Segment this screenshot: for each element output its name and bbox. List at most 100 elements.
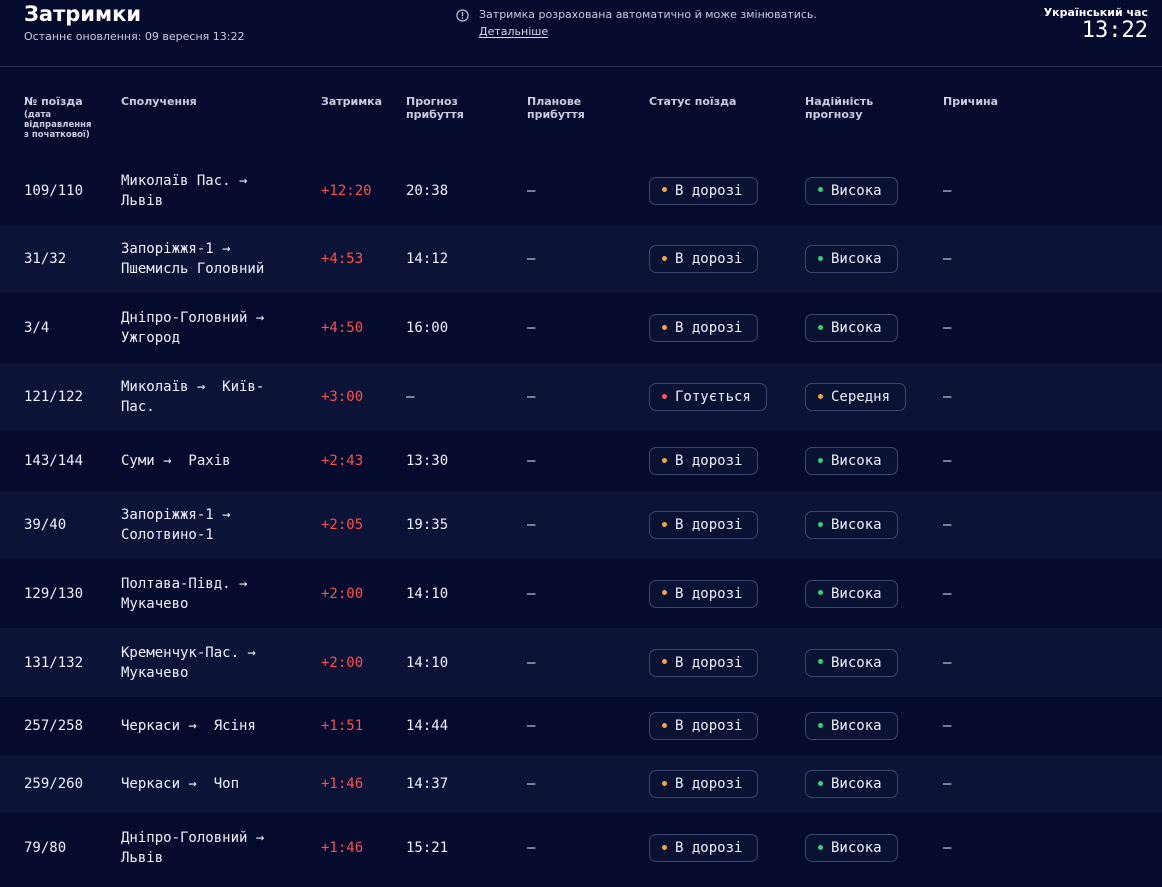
reliability-dot-icon	[818, 590, 823, 595]
status-label: В дорозі	[675, 654, 743, 671]
table-row[interactable]: 259/260 Черкаси → Чоп +1:46 14:37 — В до…	[0, 755, 1162, 813]
column-forecast: Прогноз прибуття	[406, 95, 464, 121]
reliability-dot-icon	[818, 521, 823, 527]
reliability-label: Висока	[831, 320, 882, 336]
reliability-label: Висока	[831, 251, 882, 267]
reason: —	[943, 718, 952, 734]
page-title: Затримки	[24, 2, 142, 26]
delay: +12:20	[321, 182, 372, 199]
table-row[interactable]: 129/130 Полтава-Півд. → Мукачево +2:00 14…	[0, 559, 1162, 628]
reliability-badge: Висока	[805, 712, 898, 740]
route-line-1: Миколаїв Пас. →	[121, 172, 248, 189]
details-link[interactable]: Детальніше	[479, 25, 548, 38]
reason: —	[943, 654, 952, 671]
reason: —	[943, 840, 952, 856]
planned-arrival: —	[527, 453, 536, 469]
route: Запоріжжя-1 → Пшемисль Головний	[121, 239, 301, 279]
column-planned-label-1: Планове	[527, 95, 582, 108]
status-label: В дорозі	[675, 840, 743, 856]
forecast-arrival: 14:12	[406, 251, 449, 267]
route: Черкаси → Ясіня	[121, 716, 301, 736]
column-delay: Затримка	[321, 95, 383, 108]
delay: +1:46	[321, 840, 364, 856]
reliability-dot-icon	[818, 659, 823, 664]
column-reliability: Надійність прогнозу	[805, 95, 873, 121]
delay: +1:46	[321, 776, 364, 792]
reliability-label: Середня	[831, 389, 891, 405]
reliability-dot-icon	[818, 457, 823, 463]
delay: +2:00	[321, 654, 364, 671]
table-row[interactable]: 3/4 Дніпро-Головний → Ужгород +4:50 16:00…	[0, 293, 1162, 363]
delay: +2:00	[321, 585, 364, 602]
reliability-label: Висока	[831, 517, 882, 533]
status-label: В дорозі	[675, 776, 743, 792]
train-number: 3/4	[24, 320, 50, 336]
reliability-badge: Висока	[805, 245, 898, 273]
route-line-2: Пшемисль Головний	[121, 261, 265, 277]
status-label: В дорозі	[675, 718, 743, 734]
reliability-label: Висока	[831, 840, 882, 856]
reason: —	[943, 389, 952, 405]
reliability-dot-icon	[818, 722, 823, 728]
status-badge: В дорозі	[649, 245, 759, 273]
train-number: 39/40	[24, 517, 67, 533]
status-dot-icon	[662, 844, 667, 850]
status-dot-icon	[662, 521, 667, 527]
route: Миколаїв → Київ- Пас.	[121, 377, 301, 417]
status-label: В дорозі	[675, 320, 743, 336]
table-row[interactable]: 131/132 Кременчук-Пас. → Мукачево +2:00 1…	[0, 628, 1162, 697]
table-row[interactable]: 39/40 Запоріжжя-1 → Солотвино-1 +2:05 19:…	[0, 491, 1162, 559]
table-header: № поїзда (дата відправлення з початкової…	[0, 68, 1162, 156]
reliability-badge: Висока	[805, 447, 898, 475]
delay: +1:51	[321, 718, 364, 734]
route-line-2: Пас.	[121, 399, 155, 415]
route: Полтава-Півд. → Мукачево	[121, 574, 301, 614]
planned-arrival: —	[527, 654, 536, 671]
reliability-badge: Висока	[805, 579, 898, 608]
delay: +2:05	[321, 517, 364, 533]
column-status: Статус поїзда	[649, 95, 737, 108]
table-row[interactable]: 257/258 Черкаси → Ясіня +1:51 14:44 — В …	[0, 697, 1162, 755]
delay: +2:43	[321, 453, 364, 469]
status-dot-icon	[662, 393, 667, 399]
forecast-arrival: 14:44	[406, 718, 449, 734]
reliability-badge: Висока	[805, 511, 898, 539]
route-line-2: Львів	[121, 192, 164, 209]
train-number: 131/132	[24, 654, 84, 671]
reliability-dot-icon	[818, 780, 823, 786]
table-row[interactable]: 121/122 Миколаїв → Київ- Пас. +3:00 — — Г…	[0, 363, 1162, 431]
route-line-2: Мукачево	[121, 664, 189, 681]
status-label: В дорозі	[675, 453, 743, 469]
table-row[interactable]: 31/32 Запоріжжя-1 → Пшемисль Головний +4:…	[0, 225, 1162, 293]
route: Черкаси → Чоп	[121, 774, 301, 794]
table-row[interactable]: 79/80 Дніпро-Головний → Львів +1:46 15:21…	[0, 813, 1162, 883]
column-train-number-label: № поїзда	[24, 95, 83, 108]
table-row[interactable]: 143/144 Суми → Рахів +2:43 13:30 — В дор…	[0, 431, 1162, 491]
route: Запоріжжя-1 → Солотвино-1	[121, 505, 301, 545]
status-dot-icon	[662, 187, 667, 192]
forecast-arrival: 14:10	[406, 585, 449, 602]
table-row[interactable]: 109/110 Миколаїв Пас. → Львів +12:20 20:3…	[0, 156, 1162, 225]
status-label: В дорозі	[675, 585, 743, 602]
route-line-1: Миколаїв → Київ-	[121, 379, 265, 395]
column-train-number: № поїзда (дата відправлення з початкової…	[24, 95, 91, 140]
status-badge: В дорозі	[649, 712, 759, 740]
reliability-dot-icon	[818, 844, 823, 850]
reliability-badge: Висока	[805, 176, 898, 205]
reliability-badge: Середня	[805, 383, 907, 411]
reliability-badge: Висока	[805, 834, 898, 862]
route-line-1: Черкаси → Ясіня	[121, 718, 256, 734]
reliability-badge: Висока	[805, 314, 898, 342]
delay: +4:53	[321, 251, 364, 267]
column-train-number-note-1: (дата	[24, 110, 52, 120]
status-badge: В дорозі	[649, 511, 759, 539]
forecast-arrival: 15:21	[406, 840, 449, 856]
reason: —	[943, 251, 952, 267]
reliability-dot-icon	[818, 393, 823, 399]
route-line-1: Запоріжжя-1 →	[121, 241, 231, 257]
status-badge: В дорозі	[649, 834, 759, 862]
delay: +4:50	[321, 320, 364, 336]
status-label: В дорозі	[675, 182, 743, 199]
status-badge: В дорозі	[649, 314, 759, 342]
planned-arrival: —	[527, 182, 536, 199]
